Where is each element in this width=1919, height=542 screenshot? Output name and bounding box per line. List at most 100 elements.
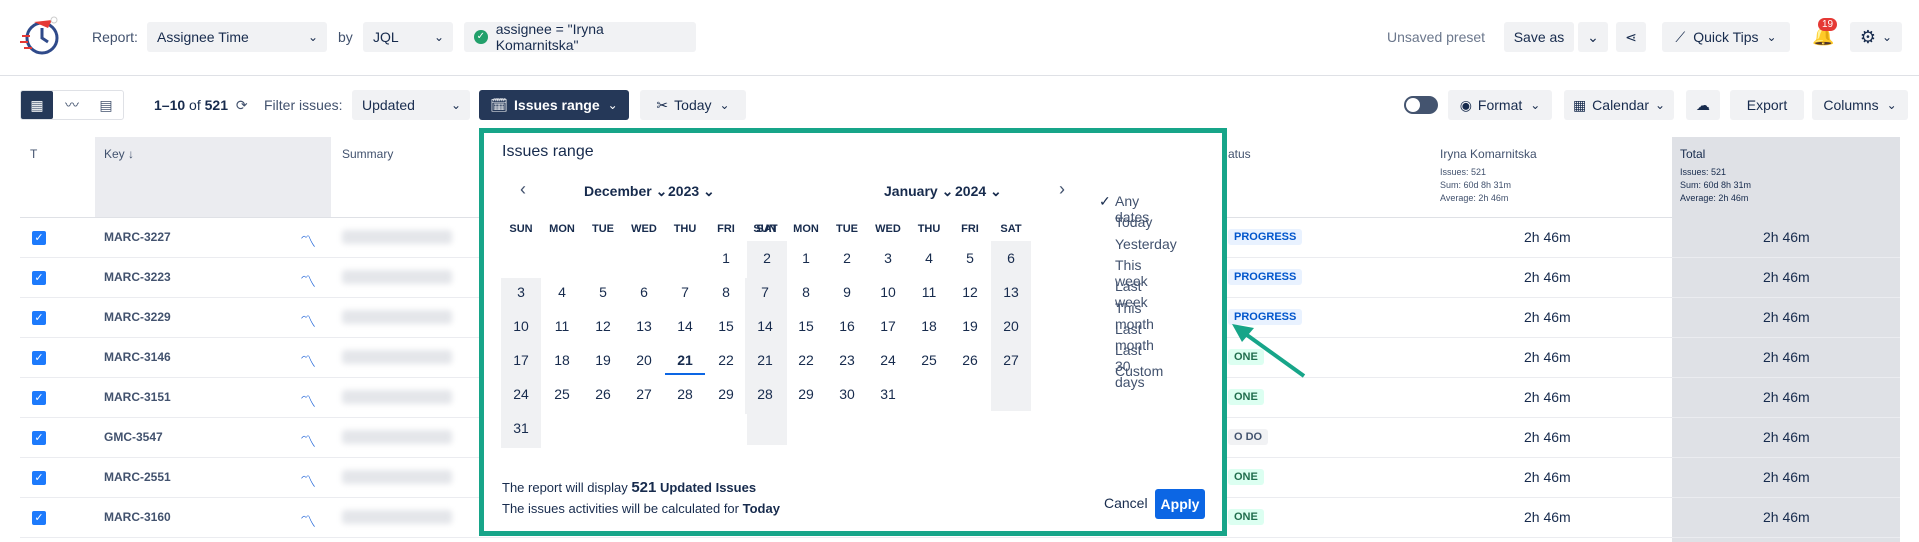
by-select[interactable]: JQL ⌄ — [363, 22, 453, 52]
cloud-upload-button[interactable]: ☁ — [1686, 90, 1720, 120]
table-view-icon[interactable]: ▤ — [91, 91, 121, 119]
calendar-day[interactable]: 12 — [583, 311, 623, 341]
today-button[interactable]: ✂ Today ⌄ — [640, 90, 746, 120]
row-checkbox[interactable]: ✓ — [32, 231, 46, 245]
right-year-select[interactable]: 2024 ⌄ — [955, 183, 1002, 200]
assignee-column-header[interactable]: Iryna Komarnitska Issues: 521 Sum: 60d 8… — [1440, 147, 1537, 203]
calendar-day[interactable]: 26 — [950, 345, 990, 375]
issue-key[interactable]: MARC-3229 — [104, 310, 171, 324]
calendar-day[interactable]: 19 — [950, 311, 990, 341]
issue-key[interactable]: MARC-2551 — [104, 470, 171, 484]
refresh-icon[interactable]: ⟳ — [236, 97, 248, 113]
quick-tips-button[interactable]: ⟋ Quick Tips ⌄ — [1662, 22, 1790, 52]
chart-view-icon[interactable]: 〰 — [57, 91, 87, 119]
calendar-day[interactable]: 5 — [950, 243, 990, 273]
type-column-header[interactable]: T — [30, 147, 37, 161]
calendar-day[interactable]: 3 — [868, 243, 908, 273]
columns-button[interactable]: Columns ⌄ — [1812, 90, 1908, 120]
filter-select[interactable]: Updated ⌄ — [352, 90, 470, 120]
settings-button[interactable]: ⚙ ⌄ — [1850, 22, 1902, 52]
calendar-day[interactable]: 13 — [624, 311, 664, 341]
left-month-select[interactable]: December ⌄ — [584, 183, 667, 200]
calendar-day[interactable]: 17 — [868, 311, 908, 341]
calendar-day[interactable]: 14 — [745, 311, 785, 341]
total-column-header[interactable]: Total Issues: 521 Sum: 60d 8h 31m Averag… — [1680, 147, 1751, 203]
calendar-day[interactable]: 20 — [991, 311, 1031, 341]
calendar-day[interactable]: 10 — [868, 277, 908, 307]
issue-key[interactable]: MARC-3160 — [104, 510, 171, 524]
trend-chart-icon[interactable]: 〽 — [300, 348, 316, 372]
report-select[interactable]: Assignee Time ⌄ — [147, 22, 327, 52]
next-month-icon[interactable]: › — [1059, 179, 1065, 200]
share-button[interactable]: ⋖ — [1616, 22, 1646, 52]
calendar-day[interactable]: 15 — [786, 311, 826, 341]
calendar-day[interactable]: 17 — [501, 345, 541, 375]
calendar-day[interactable]: 4 — [542, 277, 582, 307]
calendar-day[interactable]: 2 — [827, 243, 867, 273]
issue-key[interactable]: GMC-3547 — [104, 430, 163, 444]
calendar-day[interactable]: 8 — [786, 277, 826, 307]
cancel-button[interactable]: Cancel — [1104, 495, 1148, 511]
calendar-day[interactable]: 3 — [501, 277, 541, 307]
trend-chart-icon[interactable]: 〽 — [300, 428, 316, 452]
calendar-day[interactable]: 10 — [501, 311, 541, 341]
calendar-day[interactable]: 18 — [542, 345, 582, 375]
calendar-day[interactable]: 5 — [583, 277, 623, 307]
calendar-day[interactable]: 11 — [909, 277, 949, 307]
calendar-day[interactable]: 6 — [991, 243, 1031, 273]
calendar-day[interactable]: 24 — [501, 379, 541, 409]
calendar-day[interactable]: 28 — [745, 379, 785, 409]
issues-range-button[interactable]: 🗓 Issues range ⌄ — [479, 90, 629, 120]
issue-key[interactable]: MARC-3227 — [104, 230, 171, 244]
calendar-day[interactable]: 31 — [868, 379, 908, 409]
issue-key[interactable]: MARC-3223 — [104, 270, 171, 284]
trend-chart-icon[interactable]: 〽 — [300, 468, 316, 492]
save-as-button[interactable]: Save as — [1504, 22, 1574, 52]
trend-chart-icon[interactable]: 〽 — [300, 268, 316, 292]
issue-key[interactable]: MARC-3146 — [104, 350, 171, 364]
calendar-day[interactable]: 7 — [665, 277, 705, 307]
range-option[interactable]: Yesterday — [1115, 236, 1177, 252]
row-checkbox[interactable]: ✓ — [32, 311, 46, 325]
right-month-select[interactable]: January ⌄ — [884, 183, 953, 200]
row-checkbox[interactable]: ✓ — [32, 431, 46, 445]
notifications-button[interactable]: 🔔 19 — [1808, 18, 1838, 52]
grid-view-icon[interactable]: ▦ — [21, 91, 53, 119]
calendar-day[interactable]: 6 — [624, 277, 664, 307]
calendar-day[interactable]: 15 — [706, 311, 746, 341]
calendar-day[interactable]: 1 — [706, 243, 746, 273]
calendar-day[interactable]: 19 — [583, 345, 623, 375]
summary-column-header[interactable]: Summary — [342, 147, 393, 161]
calendar-day[interactable]: 7 — [745, 277, 785, 307]
calendar-day[interactable]: 28 — [665, 379, 705, 409]
trend-chart-icon[interactable]: 〽 — [300, 228, 316, 252]
calendar-day[interactable]: 2 — [747, 243, 787, 273]
trend-chart-icon[interactable]: 〽 — [300, 508, 316, 532]
calendar-day[interactable]: 1 — [786, 243, 826, 273]
calendar-day[interactable]: 21 — [745, 345, 785, 375]
calendar-day[interactable]: 16 — [827, 311, 867, 341]
jql-field[interactable]: ✓ assignee = "Iryna Komarnitska" — [464, 21, 696, 53]
calendar-day[interactable]: 29 — [706, 379, 746, 409]
calendar-button[interactable]: ▦ Calendar ⌄ — [1564, 90, 1674, 120]
key-column-header[interactable]: Key ↓ — [104, 147, 134, 161]
calendar-day[interactable]: 29 — [786, 379, 826, 409]
row-checkbox[interactable]: ✓ — [32, 351, 46, 365]
calendar-day[interactable]: 13 — [991, 277, 1031, 307]
save-options-button[interactable]: ⌄ — [1578, 22, 1608, 52]
prev-month-icon[interactable]: ‹ — [520, 179, 526, 200]
calendar-day[interactable]: 31 — [501, 413, 541, 443]
calendar-day[interactable]: 18 — [909, 311, 949, 341]
calendar-day[interactable]: 27 — [624, 379, 664, 409]
calendar-day[interactable]: 27 — [991, 345, 1031, 375]
format-button[interactable]: ◉ Format ⌄ — [1448, 90, 1552, 120]
app-logo-icon[interactable] — [18, 14, 62, 58]
calendar-day[interactable]: 12 — [950, 277, 990, 307]
range-option[interactable]: Today — [1115, 214, 1152, 230]
apply-button[interactable]: Apply — [1155, 489, 1205, 519]
calendar-day[interactable]: 26 — [583, 379, 623, 409]
calendar-day[interactable]: 11 — [542, 311, 582, 341]
row-checkbox[interactable]: ✓ — [32, 471, 46, 485]
calendar-day[interactable]: 25 — [909, 345, 949, 375]
status-column-header[interactable]: atus — [1228, 147, 1251, 161]
